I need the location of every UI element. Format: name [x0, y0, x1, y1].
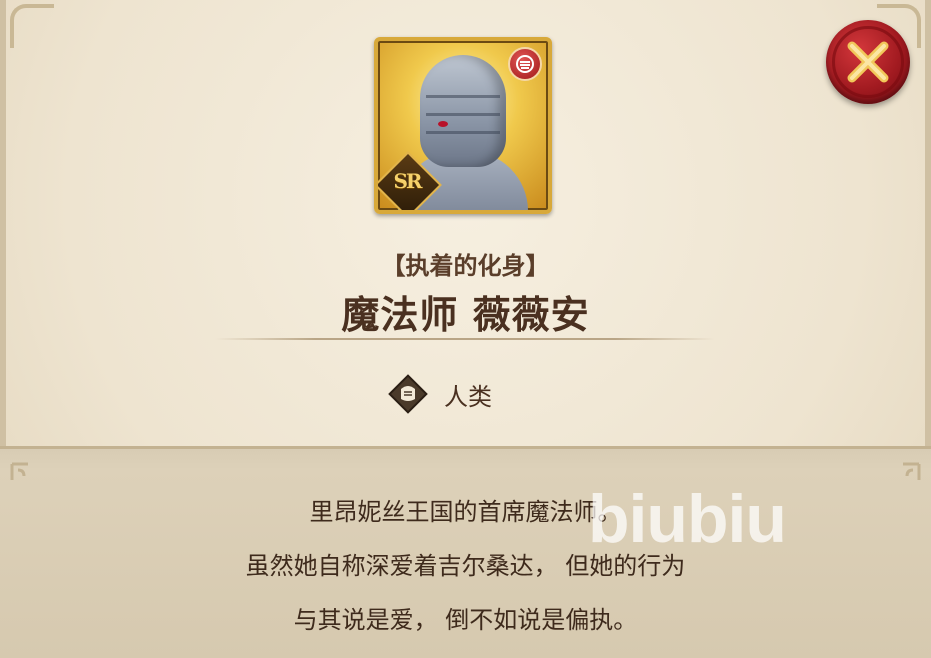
race-label: 人类 — [444, 382, 492, 411]
portrait-eye — [438, 121, 448, 127]
fist-attribute-icon — [508, 47, 542, 81]
mask-stripe — [426, 95, 500, 98]
character-detail-screen: SR 【执着的化身】 魔法师 薇薇安 人类 里昂妮丝王国的首席魔法师。 虽然她自… — [0, 0, 931, 658]
description-line: 里昂妮丝王国的首席魔法师。 — [309, 498, 622, 526]
watermark: biubiu — [588, 481, 787, 557]
race-info: 人类 — [386, 366, 492, 422]
character-portrait[interactable]: SR — [374, 37, 552, 214]
description-line: 与其说是爱， 倒不如说是偏执。 — [293, 606, 638, 634]
close-button[interactable] — [826, 20, 910, 104]
mask-stripe — [426, 113, 500, 116]
description-line: 虽然她自称深爱着吉尔桑达， 但她的行为 — [245, 552, 686, 580]
rarity-label: SR — [393, 169, 422, 193]
close-icon — [847, 41, 889, 83]
frame-corner-left — [10, 4, 54, 48]
race-human-icon — [386, 372, 430, 416]
mask-stripe — [426, 131, 500, 134]
character-epithet: 【执着的化身】 — [381, 252, 550, 280]
name-divider — [215, 338, 715, 340]
portrait-figure-head — [420, 55, 506, 167]
character-name: 魔法师 薇薇安 — [341, 293, 590, 337]
